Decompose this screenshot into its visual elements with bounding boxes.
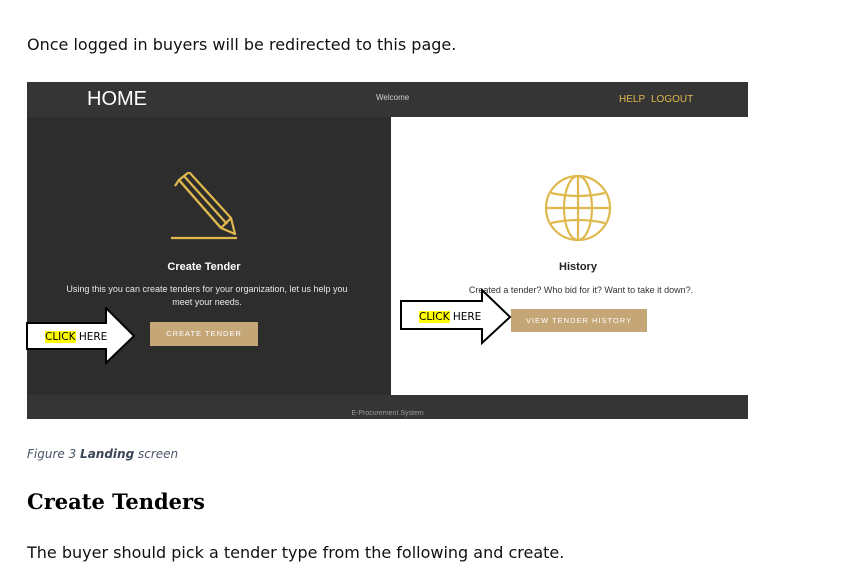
home-link[interactable]: HOME bbox=[87, 88, 147, 111]
create-tender-button[interactable]: CREATE TENDER bbox=[150, 322, 258, 346]
welcome-text: Welcome bbox=[376, 93, 410, 102]
create-tender-title: Create Tender bbox=[167, 261, 241, 273]
history-panel: History Created a tender? Who bid for it… bbox=[391, 117, 748, 395]
top-navbar: HOME Welcome HELP LOGOUT bbox=[27, 82, 748, 117]
footer-text: E-Procurement System bbox=[351, 410, 424, 417]
outro-paragraph: The buyer should pick a tender type from… bbox=[27, 543, 565, 562]
figure-caption: Figure 3 Landing screen bbox=[27, 447, 179, 461]
footer-bar: E-Procurement System bbox=[27, 395, 748, 419]
pencil-icon bbox=[171, 172, 237, 240]
help-link[interactable]: HELP bbox=[619, 94, 645, 105]
view-tender-history-button[interactable]: VIEW TENDER HISTORY bbox=[511, 309, 647, 332]
click-here-label-right: CLICK HERE bbox=[419, 311, 482, 323]
history-title: History bbox=[559, 261, 597, 273]
section-heading: Create Tenders bbox=[27, 489, 205, 514]
globe-icon bbox=[544, 174, 612, 242]
click-here-label-left: CLICK HERE bbox=[45, 331, 108, 343]
landing-screenshot: HOME Welcome HELP LOGOUT Create Tender U… bbox=[27, 82, 748, 419]
logout-link[interactable]: LOGOUT bbox=[651, 94, 693, 105]
intro-paragraph: Once logged in buyers will be redirected… bbox=[27, 35, 457, 54]
create-tender-description: Using this you can create tenders for yo… bbox=[66, 284, 348, 307]
